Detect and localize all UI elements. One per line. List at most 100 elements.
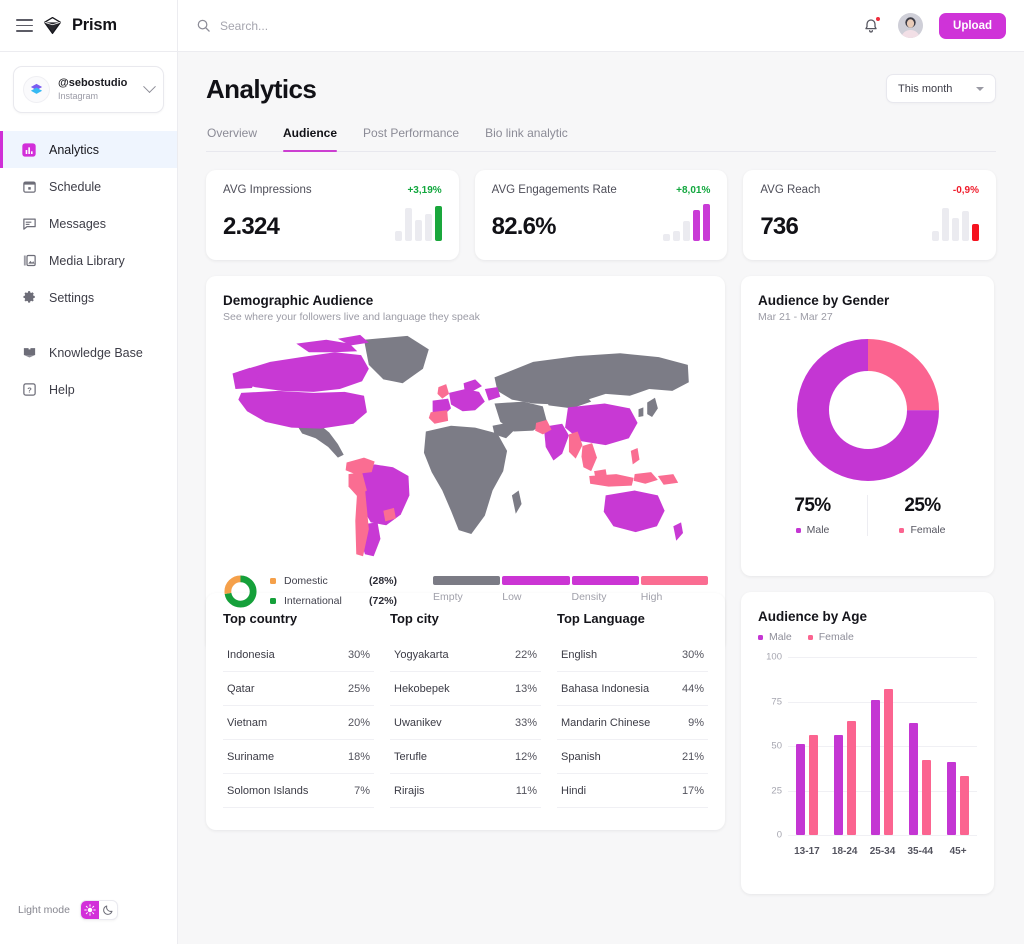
top-country-column: Top country Indonesia 30% Qatar 25% Vietna… xyxy=(223,611,374,808)
male-legend: Male xyxy=(758,524,867,536)
map-legend-rows: Domestic (28%) International (72%) xyxy=(270,571,397,611)
y-tick-label: 25 xyxy=(771,785,782,796)
stat-card-row: AVG Impressions +3,19% 2.324 AVG Engagem… xyxy=(206,170,997,260)
sidebar-item-analytics[interactable]: Analytics xyxy=(0,131,177,168)
gear-icon xyxy=(21,290,37,306)
date-range-select[interactable]: This month xyxy=(886,74,996,103)
bar-male[interactable] xyxy=(795,744,805,835)
stat-card-impressions: AVG Impressions +3,19% 2.324 xyxy=(206,170,459,260)
bar-female[interactable] xyxy=(960,776,970,835)
row-name: English xyxy=(561,648,598,661)
tab-overview[interactable]: Overview xyxy=(207,126,257,151)
hamburger-icon[interactable] xyxy=(16,19,33,32)
top-bar: Upload xyxy=(178,0,1024,52)
bar-male[interactable] xyxy=(833,735,843,835)
avatar[interactable] xyxy=(898,13,924,38)
gender-donut-svg xyxy=(796,339,939,481)
table-row: Spanish 21% xyxy=(557,740,708,774)
row-value: 20% xyxy=(347,716,370,729)
female-legend: Female xyxy=(868,524,977,536)
sun-icon[interactable] xyxy=(80,901,99,919)
stat-delta: +3,19% xyxy=(407,184,442,196)
row-value: 25% xyxy=(347,682,370,695)
upload-button[interactable]: Upload xyxy=(939,12,1006,39)
sidebar-item-media-library[interactable]: Media Library xyxy=(0,242,177,279)
bar-male[interactable] xyxy=(871,699,881,835)
sidebar-item-label: Help xyxy=(49,382,75,397)
x-tick-label: 18-24 xyxy=(831,846,858,857)
stat-label: AVG Engagements Rate xyxy=(491,184,617,196)
sidebar-item-messages[interactable]: Messages xyxy=(0,205,177,242)
search-icon xyxy=(197,19,210,32)
date-range-value: This month xyxy=(898,82,953,95)
layers-avatar-icon xyxy=(30,83,43,94)
table-row: Hekobepek 13% xyxy=(390,672,541,706)
world-map-svg xyxy=(232,334,689,557)
x-tick-label: 45+ xyxy=(949,846,967,857)
legend-item-international: International (72%) xyxy=(270,591,397,611)
tab-bio-link-analytic[interactable]: Bio link analytic xyxy=(485,126,568,151)
theme-mode-label: Light mode xyxy=(18,904,70,916)
sidebar-item-knowledge-base[interactable]: Knowledge Base xyxy=(0,334,177,371)
bar-male[interactable] xyxy=(909,722,919,835)
bar-female[interactable] xyxy=(884,689,894,835)
bar-male[interactable] xyxy=(947,762,957,835)
row-value: 7% xyxy=(354,784,370,797)
table-row: Yogyakarta 22% xyxy=(390,638,541,672)
density-scale-bars xyxy=(433,575,708,585)
question-badge-icon: ? xyxy=(21,382,37,398)
stat-value: 2.324 xyxy=(223,213,280,240)
notifications-button[interactable] xyxy=(860,15,882,37)
world-map[interactable] xyxy=(223,331,708,563)
moon-icon[interactable] xyxy=(99,901,117,919)
row-value: 11% xyxy=(515,784,537,797)
scale-label-low: Low xyxy=(502,590,522,603)
row-value: 9% xyxy=(688,716,704,729)
y-tick-label: 75 xyxy=(771,696,782,707)
row-name: Mandarin Chinese xyxy=(561,716,651,729)
table-row: Terufle 12% xyxy=(390,740,541,774)
table-row: Qatar 25% xyxy=(223,672,374,706)
sidebar-item-help[interactable]: ? Help xyxy=(0,371,177,408)
legend-item-domestic: Domestic (28%) xyxy=(270,571,397,591)
legend-color-swatch xyxy=(807,634,813,640)
tab-post-performance[interactable]: Post Performance xyxy=(363,126,459,151)
sidebar-item-label: Knowledge Base xyxy=(49,345,143,360)
table-row: Suriname 18% xyxy=(223,740,374,774)
sidebar-item-label: Settings xyxy=(49,290,95,305)
bar-female[interactable] xyxy=(846,721,856,835)
tab-audience[interactable]: Audience xyxy=(283,126,338,152)
x-tick-label: 35-44 xyxy=(907,846,934,857)
panel-subtitle: See where your followers live and langua… xyxy=(223,311,480,323)
scale-label-density: Density xyxy=(571,590,607,603)
row-name: Terufle xyxy=(394,750,428,763)
table-row: Bahasa Indonesia 44% xyxy=(557,672,708,706)
gender-male-stat: 75% Male xyxy=(758,495,867,536)
row-name: Hindi xyxy=(561,784,587,797)
notification-badge xyxy=(875,15,882,22)
theme-toggle-group xyxy=(79,900,118,920)
top-city-column: Top city Yogyakarta 22% Hekobepek 13% Uwan… xyxy=(390,611,541,808)
sidebar-item-settings[interactable]: Settings xyxy=(0,279,177,316)
legend-color-swatch xyxy=(899,527,905,533)
stat-delta: -0,9% xyxy=(952,184,980,196)
bar-female[interactable] xyxy=(808,735,818,835)
sidebar-item-label: Media Library xyxy=(49,253,125,268)
top-country-title: Top country xyxy=(223,611,298,626)
sparkline-chart xyxy=(932,205,980,241)
account-handle: @sebostudio xyxy=(58,77,128,89)
table-row: Vietnam 20% xyxy=(223,706,374,740)
bar-group-13-17 xyxy=(788,657,826,835)
search-input[interactable] xyxy=(220,18,480,33)
scale-swatch-density xyxy=(571,575,639,585)
bar-group-45-plus xyxy=(939,657,977,835)
sidebar-item-schedule[interactable]: Schedule xyxy=(0,168,177,205)
bar-female[interactable] xyxy=(922,760,932,835)
legend-label: Female xyxy=(818,631,854,643)
book-icon xyxy=(21,345,37,361)
row-name: Spanish xyxy=(561,750,601,763)
legend-color-swatch xyxy=(795,527,801,533)
gender-female-stat: 25% Female xyxy=(867,495,977,536)
row-name: Rirajis xyxy=(394,784,425,797)
account-switcher[interactable]: @sebostudio Instagram xyxy=(13,66,164,113)
